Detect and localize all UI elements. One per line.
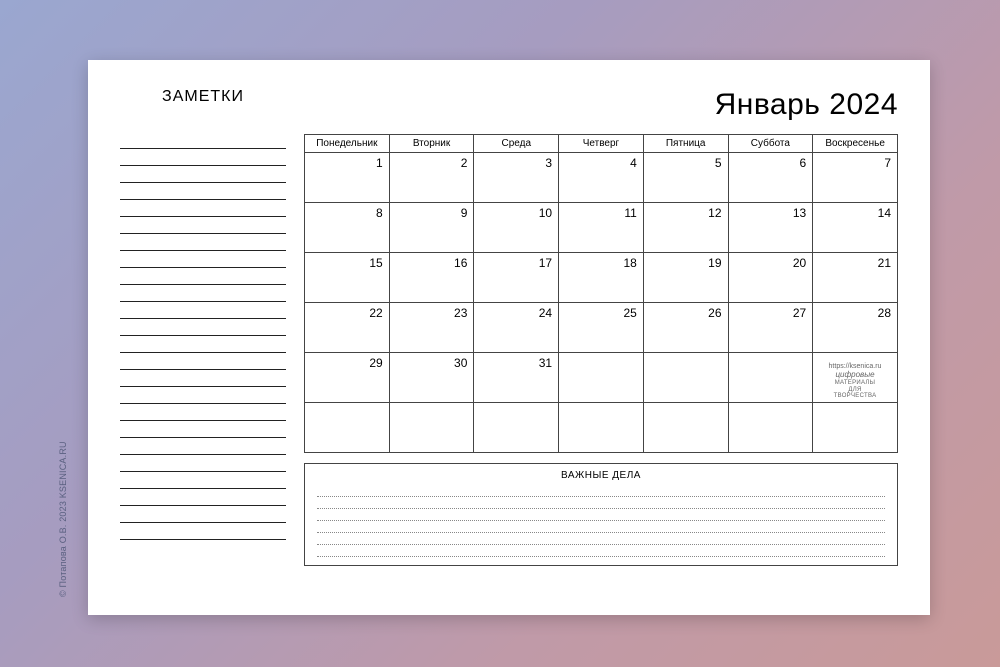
day-cell [389,403,474,453]
weekday-header: Понедельник [305,135,390,153]
task-line [317,509,885,521]
weekday-header: Четверг [559,135,644,153]
stamp-url: https://ksenica.ru [815,363,895,371]
day-cell: 23 [389,303,474,353]
day-cell: 15 [305,253,390,303]
day-cell: 27 [728,303,813,353]
task-line [317,521,885,533]
day-cell: 11 [559,203,644,253]
copyright-text: © Потапова О.В. 2023 KSENICA.RU [58,441,68,597]
note-line [120,319,286,336]
day-cell [728,403,813,453]
day-cell: 21 [813,253,898,303]
weekday-header: Среда [474,135,559,153]
task-line [317,485,885,497]
note-line [120,404,286,421]
day-cell: 6 [728,153,813,203]
note-line [120,132,286,149]
task-line [317,497,885,509]
day-cell: 17 [474,253,559,303]
notes-column: ЗАМЕТКИ [120,88,304,587]
day-cell: 5 [643,153,728,203]
calendar-page: ЗАМЕТКИ Январь 2024 ПонедельникВторникСр… [88,60,930,615]
stamp-line: ТВОРЧЕСТВА [815,393,895,400]
day-cell [559,403,644,453]
note-line [120,353,286,370]
note-line [120,166,286,183]
day-cell: 8 [305,203,390,253]
day-cell [643,353,728,403]
day-cell: 29 [305,353,390,403]
day-cell: 2 [389,153,474,203]
day-cell [474,403,559,453]
note-line [120,234,286,251]
day-cell: 16 [389,253,474,303]
day-cell: 4 [559,153,644,203]
task-line [317,533,885,545]
day-cell: 19 [643,253,728,303]
stamp-brand: цифровые [815,371,895,380]
day-cell: 26 [643,303,728,353]
note-line [120,285,286,302]
day-cell: 30 [389,353,474,403]
note-line [120,438,286,455]
task-line [317,545,885,557]
day-cell: 13 [728,203,813,253]
weekday-header: Пятница [643,135,728,153]
note-line [120,370,286,387]
tasks-box: ВАЖНЫЕ ДЕЛА [304,463,898,566]
day-cell: 3 [474,153,559,203]
day-cell [305,403,390,453]
day-cell: 12 [643,203,728,253]
note-line [120,217,286,234]
day-cell: 10 [474,203,559,253]
day-cell [643,403,728,453]
day-cell: 20 [728,253,813,303]
note-line [120,421,286,438]
tasks-heading: ВАЖНЫЕ ДЕЛА [317,470,885,481]
day-cell [728,353,813,403]
note-line [120,455,286,472]
note-line [120,489,286,506]
day-cell: 18 [559,253,644,303]
day-cell: 24 [474,303,559,353]
watermark-stamp: https://ksenica.ruцифровыеМАТЕРИАЛЫДЛЯТВ… [815,363,895,400]
note-line [120,523,286,540]
note-line [120,387,286,404]
day-cell: 28 [813,303,898,353]
weekday-header: Вторник [389,135,474,153]
notes-lines-area [120,132,286,540]
day-cell: 31 [474,353,559,403]
note-line [120,251,286,268]
day-cell: https://ksenica.ruцифровыеМАТЕРИАЛЫДЛЯТВ… [813,353,898,403]
note-line [120,200,286,217]
stamp-line: МАТЕРИАЛЫ [815,380,895,387]
day-cell: 7 [813,153,898,203]
note-line [120,149,286,166]
note-line [120,268,286,285]
day-cell: 1 [305,153,390,203]
calendar-grid: ПонедельникВторникСредаЧетвергПятницаСуб… [304,134,898,453]
day-cell: 25 [559,303,644,353]
note-line [120,472,286,489]
note-line [120,302,286,319]
day-cell: 14 [813,203,898,253]
note-line [120,506,286,523]
stamp-line: ДЛЯ [815,387,895,394]
weekday-header: Воскресенье [813,135,898,153]
day-cell [559,353,644,403]
note-line [120,336,286,353]
notes-heading: ЗАМЕТКИ [120,88,286,106]
day-cell [813,403,898,453]
day-cell: 9 [389,203,474,253]
weekday-header: Суббота [728,135,813,153]
note-line [120,183,286,200]
day-cell: 22 [305,303,390,353]
month-title: Январь 2024 [304,88,898,122]
